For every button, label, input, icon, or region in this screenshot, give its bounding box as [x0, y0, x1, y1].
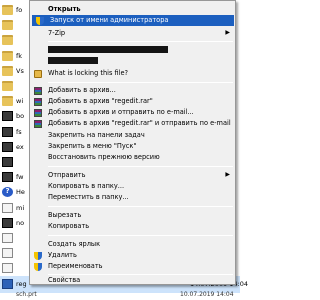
registry-file-icon [2, 279, 13, 289]
menu-item-delete-label: Удалить [48, 251, 77, 259]
menu-item-redacted-2[interactable] [30, 55, 235, 66]
menu-item-rename-label: Переименовать [48, 262, 103, 270]
menu-item-add-regedit-email-label: Добавить в архив "regedit.rar" и отправи… [48, 119, 231, 127]
selected-file-name: reg [16, 280, 27, 288]
menu-item-properties[interactable]: Свойства [30, 275, 235, 286]
exe-icon [2, 126, 13, 137]
menu-item-cut[interactable]: Вырезать [30, 210, 235, 221]
file-name: ex [16, 142, 24, 151]
exe-icon [2, 111, 13, 122]
menu-item-add-archive-label: Добавить в архив... [48, 86, 116, 94]
menu-item-add-regedit-rar-label: Добавить в архив "regedit.rar" [48, 97, 153, 105]
menu-item-add-regedit-email[interactable]: Добавить в архив "regedit.rar" и отправи… [30, 118, 235, 129]
menu-item-copy-label: Копировать [48, 222, 90, 230]
folder-icon [2, 65, 13, 76]
uac-shield-icon [36, 17, 44, 25]
menu-item-open[interactable]: Открыть [30, 4, 235, 15]
menu-item-create-shortcut-label: Создать ярлык [48, 240, 101, 248]
doc-icon [2, 263, 13, 274]
uac-shield-icon [34, 252, 42, 260]
doc-icon [2, 202, 13, 213]
file-name: wi [16, 97, 24, 106]
menu-item-restore-previous-label: Восстановить прежнюю версию [48, 153, 160, 161]
menu-item-redacted[interactable] [30, 44, 235, 55]
folder-icon [2, 20, 13, 31]
menu-separator [48, 206, 233, 207]
lock-icon [34, 70, 42, 78]
file-name: mi [16, 203, 25, 212]
menu-item-properties-label: Свойства [48, 276, 81, 284]
exe-icon [2, 172, 13, 183]
folder-icon [2, 35, 13, 46]
file-row-bottom[interactable]: sch.prt 10.07.2019 14:04 [0, 290, 240, 300]
menu-item-open-label: Открыть [48, 5, 81, 13]
file-name: fk [16, 51, 23, 60]
bottom-file-date: 10.07.2019 14:04 [180, 291, 234, 298]
file-name: fo [16, 6, 23, 14]
winrar-icon [34, 87, 42, 95]
file-name: bo [16, 112, 25, 121]
uac-shield-icon [34, 263, 42, 271]
winrar-icon [34, 109, 42, 117]
menu-item-send-to-label: Отправить [48, 171, 86, 179]
menu-item-rename[interactable]: Переименовать [30, 261, 235, 272]
redacted-label-block [48, 57, 98, 64]
menu-item-add-archive-email-label: Добавить в архив и отправить по e-mail..… [48, 108, 194, 116]
menu-item-run-as-admin-label: Запуск от имени администратора [50, 16, 169, 24]
menu-item-pin-taskbar-label: Закрепить на панели задач [48, 131, 145, 139]
folder-icon [2, 81, 13, 91]
menu-item-send-to[interactable]: Отправить ▶ [30, 170, 235, 181]
exe-icon [2, 141, 13, 152]
menu-item-delete[interactable]: Удалить [30, 250, 235, 261]
menu-item-copy[interactable]: Копировать [30, 221, 235, 232]
menu-separator [48, 41, 233, 42]
file-name: no [16, 218, 25, 227]
exe-icon [2, 157, 13, 167]
doc-icon [2, 233, 13, 243]
menu-item-pin-start-label: Закрепить в меню "Пуск" [48, 142, 137, 150]
folder-icon [2, 96, 13, 107]
menu-item-add-archive-email[interactable]: Добавить в архив и отправить по e-mail..… [30, 107, 235, 118]
menu-item-add-archive[interactable]: Добавить в архив... [30, 85, 235, 96]
submenu-arrow-icon: ▶ [225, 171, 230, 178]
menu-item-what-locking-label: What is locking this file? [48, 69, 129, 77]
menu-item-add-regedit-rar[interactable]: Добавить в архив "regedit.rar" [30, 96, 235, 107]
bottom-file-name: sch.prt [16, 291, 37, 298]
menu-item-what-locking[interactable]: What is locking this file? [30, 68, 235, 79]
menu-separator [48, 235, 233, 236]
folder-icon [2, 5, 13, 15]
menu-item-copy-to-label: Копировать в папку... [48, 182, 125, 190]
file-name: fs [16, 127, 22, 136]
menu-item-pin-taskbar[interactable]: Закрепить на панели задач [30, 130, 235, 141]
redacted-label-block [48, 46, 168, 53]
context-menu: Открыть Запуск от имени администратора 7… [29, 0, 236, 285]
menu-item-move-to-label: Переместить в папку... [48, 193, 129, 201]
menu-separator [48, 166, 233, 167]
menu-item-move-to[interactable]: Переместить в папку... [30, 192, 235, 203]
menu-item-copy-to[interactable]: Копировать в папку... [30, 181, 235, 192]
exe-icon [2, 217, 13, 228]
file-name: He [16, 188, 25, 197]
menu-item-7zip[interactable]: 7-Zip ▶ [30, 28, 235, 39]
winrar-icon [34, 120, 42, 128]
menu-item-restore-previous[interactable]: Восстановить прежнюю версию [30, 152, 235, 163]
winrar-icon [34, 98, 42, 106]
submenu-arrow-icon: ▶ [225, 29, 230, 36]
help-icon: ? [2, 187, 13, 198]
menu-item-7zip-label: 7-Zip [48, 29, 66, 37]
file-name: fw [16, 173, 24, 182]
menu-separator [48, 82, 233, 83]
menu-item-pin-start[interactable]: Закрепить в меню "Пуск" [30, 141, 235, 152]
doc-icon [2, 248, 13, 259]
file-name: Vs [16, 66, 24, 75]
menu-item-create-shortcut[interactable]: Создать ярлык [30, 239, 235, 250]
folder-icon [2, 50, 13, 61]
menu-item-run-as-admin[interactable]: Запуск от имени администратора [32, 15, 234, 26]
menu-item-cut-label: Вырезать [48, 211, 82, 219]
